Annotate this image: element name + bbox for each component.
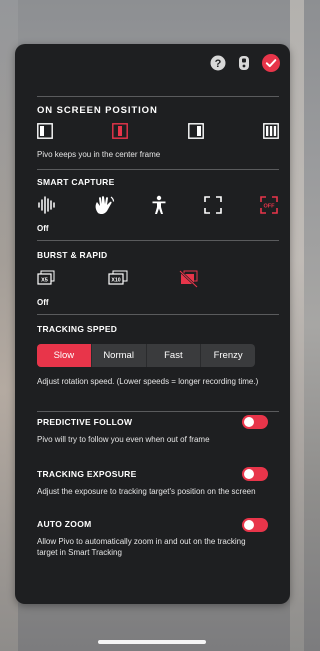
top-toolbar: ? — [210, 54, 280, 72]
svg-text:X5: X5 — [41, 278, 48, 284]
auto-zoom-description: Allow Pivo to automatically zoom in and … — [37, 537, 246, 557]
divider — [37, 314, 279, 315]
smart-capture-options: OFF — [37, 194, 279, 216]
burst-options: X5 X10 — [37, 270, 237, 290]
home-indicator[interactable] — [98, 640, 206, 644]
speed-option-fast[interactable]: Fast — [147, 344, 202, 367]
tracking-speed-selector: Slow Normal Fast Frenzy — [37, 344, 255, 367]
wide-frame-icon[interactable] — [263, 123, 279, 139]
burst-off-icon[interactable] — [179, 270, 199, 288]
frame-icon[interactable] — [203, 195, 223, 215]
tracking-speed-title: TRACKING SPPED — [37, 324, 118, 334]
divider — [37, 96, 279, 97]
tracking-exposure-title: TRACKING EXPOSURE — [37, 469, 137, 479]
svg-text:OFF: OFF — [264, 204, 276, 210]
tracking-speed-description: Adjust rotation speed. (Lower speeds = l… — [37, 377, 259, 386]
burst-x5-icon[interactable]: X5 — [37, 270, 55, 286]
divider — [37, 240, 279, 241]
tracking-exposure-description: Adjust the exposure to tracking target's… — [37, 487, 256, 496]
speed-option-slow[interactable]: Slow — [37, 344, 92, 367]
predictive-follow-toggle[interactable] — [242, 415, 268, 429]
confirm-check-icon[interactable] — [262, 54, 280, 72]
speed-option-normal[interactable]: Normal — [92, 344, 147, 367]
position-options — [37, 122, 279, 140]
divider — [37, 169, 279, 170]
divider — [37, 411, 279, 412]
hand-wave-icon[interactable] — [93, 195, 115, 215]
off-icon[interactable]: OFF — [259, 195, 279, 215]
left-frame-icon[interactable] — [37, 123, 53, 139]
center-frame-icon[interactable] — [112, 123, 129, 139]
smart-capture-title: SMART CAPTURE — [37, 177, 115, 187]
position-section-title: ON SCREEN POSITION — [37, 105, 158, 116]
svg-text:X10: X10 — [111, 278, 120, 284]
background-right — [290, 0, 304, 651]
predictive-follow-title: PREDICTIVE FOLLOW — [37, 417, 133, 427]
burst-x10-icon[interactable]: X10 — [108, 270, 128, 286]
position-description: Pivo keeps you in the center frame — [37, 150, 161, 159]
speed-option-frenzy[interactable]: Frenzy — [201, 344, 255, 367]
burst-title: BURST & RAPID — [37, 250, 108, 260]
right-frame-icon[interactable] — [187, 123, 204, 139]
help-icon[interactable]: ? — [210, 55, 226, 71]
sound-wave-icon[interactable] — [37, 195, 57, 215]
svg-text:?: ? — [215, 58, 222, 70]
auto-zoom-title: AUTO ZOOM — [37, 519, 92, 529]
burst-status: Off — [37, 298, 49, 307]
predictive-follow-description: Pivo will try to follow you even when ou… — [37, 435, 210, 444]
smart-capture-status: Off — [37, 224, 49, 233]
device-icon[interactable] — [238, 55, 250, 71]
tracking-exposure-toggle[interactable] — [242, 467, 268, 481]
person-pose-icon[interactable] — [151, 195, 167, 215]
auto-zoom-toggle[interactable] — [242, 518, 268, 532]
tracking-settings-panel: ? ON SCREEN POSITION Pivo keeps you in t… — [15, 44, 290, 604]
